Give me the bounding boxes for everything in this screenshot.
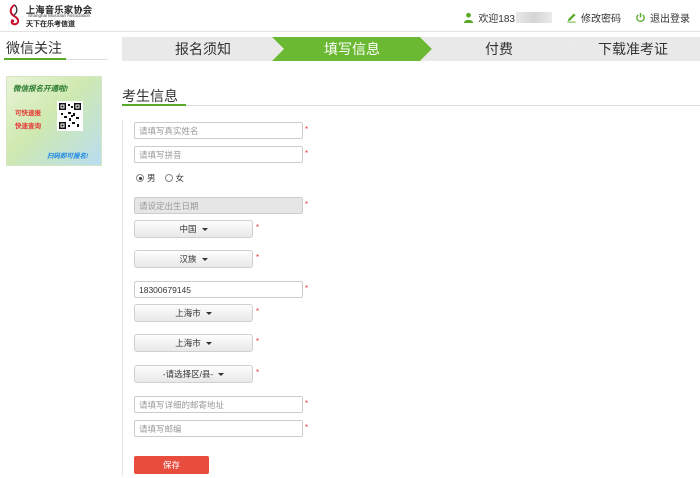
- chevron-down-icon: [218, 372, 225, 376]
- postcode-required-mark: *: [305, 423, 309, 432]
- welcome-user[interactable]: 欢迎183: [463, 10, 552, 25]
- gender-male-radio[interactable]: [136, 174, 144, 182]
- birthdate-input[interactable]: [134, 197, 303, 214]
- section-divider: [122, 105, 700, 106]
- province-value: 上海市: [175, 308, 201, 318]
- logo-english-name: Shanghai Musician Association: [28, 13, 91, 18]
- step-download-ticket-label: 下载准考证: [598, 41, 668, 57]
- phone-required-mark: *: [305, 284, 309, 293]
- gender-male-label: 男: [147, 173, 156, 183]
- section-title-underline: [122, 104, 186, 106]
- treble-clef-logo-icon: [9, 4, 20, 26]
- header-user-links: 欢迎183 修改密码 退出登录: [463, 10, 690, 25]
- site-logo[interactable]: 上海音乐家协会 Shanghai Musician Association 天下…: [6, 3, 106, 29]
- chevron-down-icon: [205, 341, 212, 345]
- step-fill-info-label: 填写信息: [324, 41, 380, 57]
- change-password-link[interactable]: 修改密码: [566, 10, 621, 25]
- change-password-label: 修改密码: [581, 13, 621, 25]
- welcome-text: 欢迎183: [478, 13, 515, 25]
- step-payment-label: 付费: [485, 41, 513, 57]
- step-notice[interactable]: 报名须知: [122, 37, 284, 61]
- gender-female-label: 女: [175, 173, 185, 183]
- ethnicity-required-mark: *: [256, 253, 260, 262]
- banner-step-1: 可快速报: [15, 110, 41, 117]
- gender-female-radio[interactable]: [164, 174, 173, 182]
- province-required-mark: *: [256, 307, 260, 316]
- masked-phone: [516, 11, 552, 23]
- ethnicity-dropdown[interactable]: 汉族: [134, 250, 253, 268]
- district-dropdown[interactable]: -请选择区/县-: [134, 365, 253, 383]
- address-input[interactable]: [134, 396, 303, 413]
- district-required-mark: *: [256, 368, 260, 377]
- logout-link[interactable]: 退出登录: [635, 10, 690, 25]
- logo-slogan: 天下在乐考信道: [26, 19, 75, 28]
- name-input[interactable]: [134, 122, 303, 139]
- province-dropdown[interactable]: 上海市: [134, 304, 253, 322]
- logout-label: 退出登录: [650, 13, 690, 25]
- user-icon: [464, 12, 474, 23]
- section-title: 考生信息: [122, 88, 178, 104]
- nationality-dropdown[interactable]: 中国: [134, 220, 253, 238]
- banner-footer: 扫码即可报名!: [47, 153, 89, 160]
- step-fill-info[interactable]: 填写信息: [272, 37, 432, 61]
- page: 上海音乐家协会 Shanghai Musician Association 天下…: [0, 0, 700, 478]
- ethnicity-value: 汉族: [179, 254, 197, 264]
- city-dropdown[interactable]: 上海市: [134, 334, 253, 352]
- banner-headline: 微信报名开通啦!: [13, 84, 68, 93]
- wechat-follow-title: 微信关注: [6, 40, 62, 56]
- nationality-value: 中国: [179, 224, 197, 234]
- phone-input[interactable]: [134, 281, 303, 298]
- nationality-required-mark: *: [256, 223, 260, 232]
- step-notice-label: 报名须知: [175, 41, 231, 57]
- address-required-mark: *: [305, 399, 309, 408]
- chevron-down-icon: [201, 257, 208, 261]
- name-required-mark: *: [305, 125, 309, 134]
- save-button[interactable]: 保存: [134, 456, 209, 474]
- registration-steps: 报名须知 填写信息 付费 下载准考证: [122, 37, 700, 61]
- pencil-icon: [567, 12, 576, 23]
- gender-radio-group: 男 女: [136, 172, 193, 184]
- banner-step-2: 快速查询: [15, 123, 41, 130]
- city-value: 上海市: [175, 338, 201, 348]
- wechat-qr-banner: 微信报名开通啦! 可快速报 快速查询 扫码即可报名!: [6, 76, 102, 166]
- pinyin-input[interactable]: [134, 146, 303, 163]
- chevron-down-icon: [205, 311, 212, 315]
- form-left-border: [122, 120, 123, 476]
- pinyin-required-mark: *: [305, 149, 309, 158]
- top-header: 上海音乐家协会 Shanghai Musician Association 天下…: [0, 0, 700, 32]
- qr-code-icon: [57, 101, 83, 131]
- city-required-mark: *: [256, 337, 260, 346]
- step-payment[interactable]: 付费: [420, 37, 578, 61]
- chevron-down-icon: [201, 227, 208, 231]
- sidebar-title-underline: [4, 58, 66, 60]
- step-download-ticket[interactable]: 下载准考证: [566, 37, 700, 61]
- power-icon: [636, 12, 645, 22]
- birthdate-required-mark: *: [305, 200, 309, 209]
- district-value: -请选择区/县-: [162, 369, 214, 379]
- postcode-input[interactable]: [134, 420, 303, 437]
